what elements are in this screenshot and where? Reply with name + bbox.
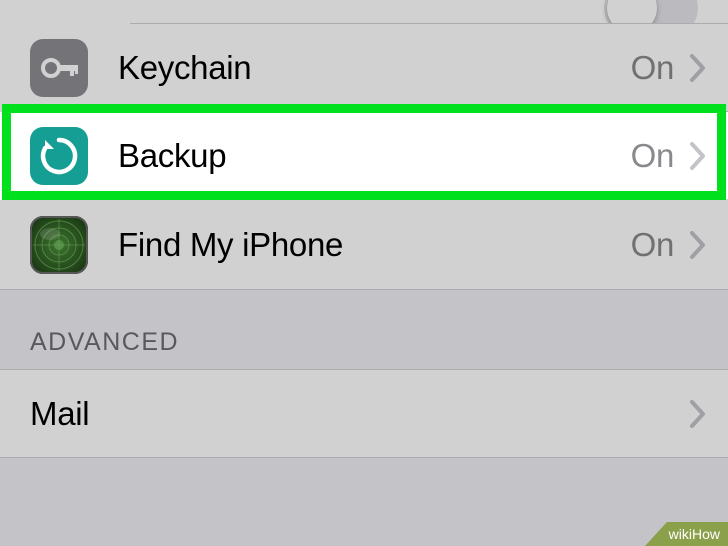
chevron-right-icon [690, 54, 706, 82]
watermark: wikiHow [645, 522, 728, 546]
row-findmy[interactable]: Find My iPhone On [0, 200, 728, 290]
partial-row-top [0, 0, 728, 24]
mail-label: Mail [30, 395, 690, 433]
section-header-advanced: ADVANCED [30, 328, 179, 357]
watermark-triangle [645, 522, 667, 546]
chevron-right-icon [690, 142, 706, 170]
backup-status: On [631, 137, 674, 175]
chevron-right-icon [690, 231, 706, 259]
watermark-text: wikiHow [667, 522, 728, 546]
findmy-label: Find My iPhone [118, 226, 631, 264]
backup-label: Backup [118, 137, 631, 175]
keychain-icon [30, 39, 88, 97]
row-mail[interactable]: Mail [0, 370, 728, 458]
find-my-iphone-icon [30, 216, 88, 274]
keychain-status: On [631, 49, 674, 87]
row-keychain[interactable]: Keychain On [0, 24, 728, 112]
findmy-status: On [631, 226, 674, 264]
row-backup[interactable]: Backup On [0, 112, 728, 200]
settings-list: Keychain On Backup On [0, 0, 728, 546]
divider [130, 199, 728, 200]
chevron-right-icon [690, 400, 706, 428]
backup-icon [30, 127, 88, 185]
section-advanced: ADVANCED [0, 290, 728, 370]
keychain-label: Keychain [118, 49, 631, 87]
